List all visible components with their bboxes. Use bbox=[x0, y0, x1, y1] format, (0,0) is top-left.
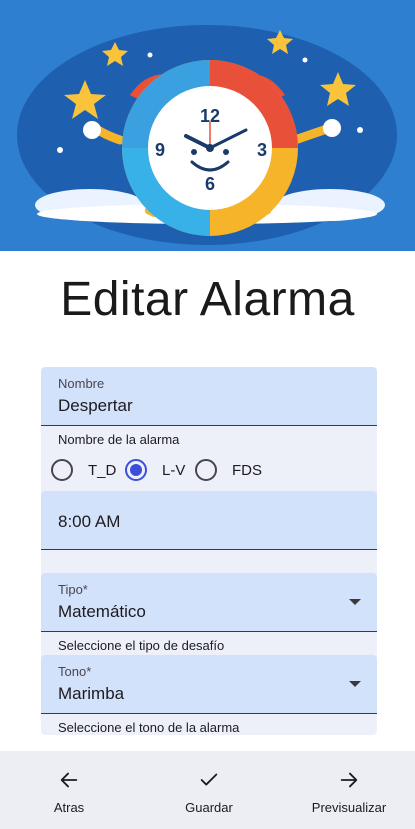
radio-option-todos[interactable]: T_D bbox=[51, 459, 116, 481]
alarm-time-field[interactable]: 8:00 AM bbox=[41, 491, 377, 550]
preview-button-label: Previsualizar bbox=[311, 800, 387, 815]
ringtone-helper: Seleccione el tono de la alarma bbox=[58, 720, 240, 735]
preview-button[interactable]: Previsualizar bbox=[303, 751, 395, 829]
days-radio-group: T_D L-V FDS bbox=[51, 459, 371, 481]
alarm-name-helper: Nombre de la alarma bbox=[58, 432, 180, 447]
ringtone-select[interactable]: Tono* Marimba bbox=[41, 655, 377, 714]
alarm-name-label: Nombre bbox=[58, 376, 105, 391]
alarm-name-input[interactable]: Despertar bbox=[58, 396, 133, 416]
svg-text:3: 3 bbox=[257, 140, 267, 160]
radio-checked-icon[interactable] bbox=[125, 459, 147, 481]
radio-unchecked-icon[interactable] bbox=[51, 459, 73, 481]
back-button-label: Atras bbox=[53, 800, 85, 815]
radio-option-lunes-viernes[interactable]: L-V bbox=[125, 459, 185, 481]
ringtone-label: Tono* bbox=[58, 664, 92, 679]
challenge-type-helper: Seleccione el tipo de desafío bbox=[58, 638, 225, 653]
svg-text:6: 6 bbox=[205, 174, 215, 194]
radio-label-todos: T_D bbox=[88, 461, 117, 479]
radio-label-lunes-viernes: L-V bbox=[162, 461, 186, 479]
dropdown-arrow-icon[interactable] bbox=[349, 599, 361, 605]
alarm-clock-illustration-icon: 12 3 6 9 bbox=[0, 0, 415, 251]
challenge-type-select[interactable]: Tipo* Matemático bbox=[41, 573, 377, 632]
svg-text:9: 9 bbox=[155, 140, 165, 160]
alarm-time-value[interactable]: 8:00 AM bbox=[58, 512, 120, 532]
edit-alarm-form: Nombre Despertar Nombre de la alarma T_D… bbox=[41, 367, 377, 735]
save-button[interactable]: Guardar bbox=[172, 751, 246, 829]
radio-unchecked-icon[interactable] bbox=[195, 459, 217, 481]
hero-illustration: 12 3 6 9 bbox=[0, 0, 415, 251]
back-button[interactable]: Atras bbox=[40, 751, 98, 829]
arrow-left-icon[interactable] bbox=[58, 769, 80, 791]
dropdown-arrow-icon[interactable] bbox=[349, 681, 361, 687]
alarm-name-field[interactable]: Nombre Despertar bbox=[41, 367, 377, 426]
challenge-type-value: Matemático bbox=[58, 602, 146, 621]
radio-option-fin-de-semana[interactable]: FDS bbox=[195, 459, 262, 481]
arrow-right-icon[interactable] bbox=[338, 769, 360, 791]
bottom-navigation: Atras Guardar Previsualizar bbox=[0, 751, 415, 829]
ringtone-value: Marimba bbox=[58, 684, 125, 703]
check-icon[interactable] bbox=[198, 769, 220, 791]
save-button-label: Guardar bbox=[185, 800, 233, 815]
page-title: Editar Alarma bbox=[60, 273, 355, 326]
radio-label-fin-de-semana: FDS bbox=[232, 461, 262, 479]
challenge-type-label: Tipo* bbox=[58, 582, 88, 597]
